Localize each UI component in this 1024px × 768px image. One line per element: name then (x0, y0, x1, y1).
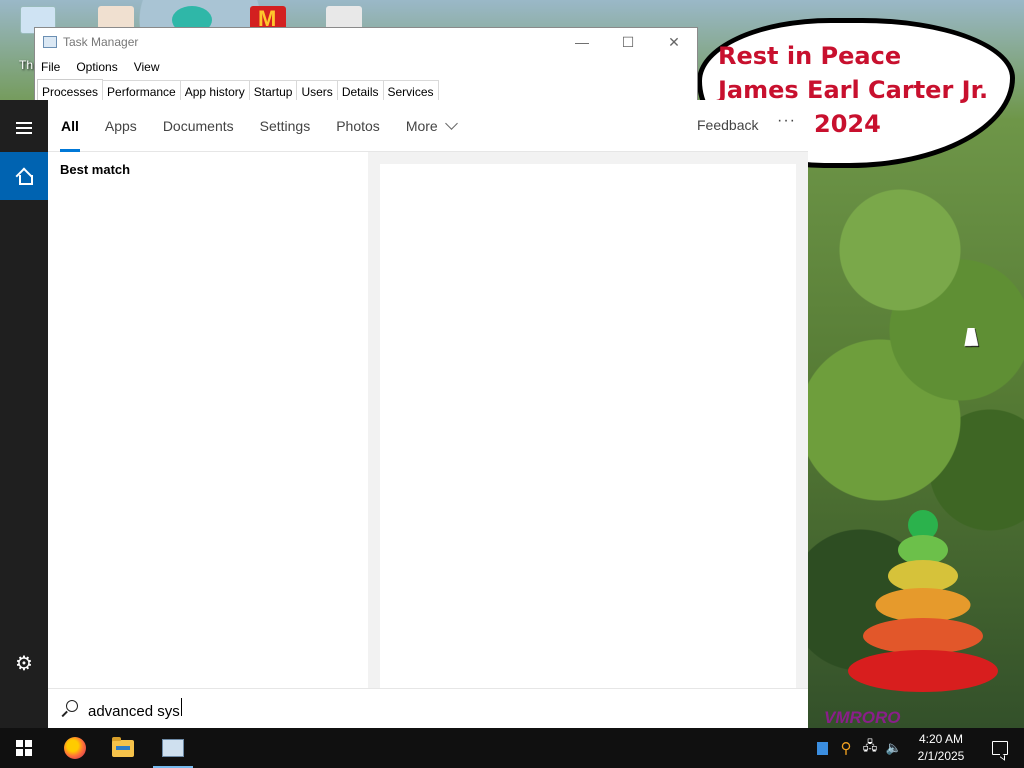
more-options-icon[interactable]: ··· (777, 112, 796, 130)
magnifier-icon: ⚲ (840, 740, 852, 757)
tab-all[interactable]: All (48, 100, 92, 152)
home-icon (16, 168, 33, 185)
tab-more[interactable]: More (393, 100, 469, 152)
search-box[interactable]: advanced sys (48, 688, 808, 728)
volume-button[interactable]: 🔈 (882, 728, 906, 768)
firefox-icon (64, 737, 86, 759)
taskbar-firefox[interactable] (51, 728, 99, 768)
taskbar-file-explorer[interactable] (99, 728, 147, 768)
hamburger-icon (16, 122, 32, 134)
home-button[interactable] (0, 152, 48, 200)
task-manager-icon (43, 36, 57, 48)
settings-gear-icon: ⚙ (15, 653, 33, 675)
search-results-list: Best match (48, 152, 368, 688)
network-icon: 🖧 (862, 738, 878, 753)
mouse-cursor-icon (964, 328, 982, 346)
tab-documents[interactable]: Documents (150, 100, 247, 152)
search-query-text: advanced sys (88, 702, 180, 720)
minimize-button[interactable]: — (559, 28, 605, 56)
start-button[interactable] (0, 728, 48, 768)
clock[interactable]: 4:20 AM 2/1/2025 (906, 731, 976, 765)
feedback-button[interactable]: Feedback (697, 117, 758, 133)
tray-app-icon (816, 741, 828, 755)
tray-app-button[interactable] (810, 728, 834, 768)
task-manager-menubar: File Options View (35, 56, 697, 78)
search-panel: All Apps Documents Settings Photos More … (48, 100, 808, 728)
search-input[interactable]: advanced sys (88, 697, 688, 720)
watermark-logo: VMRORO (824, 708, 901, 727)
tab-more-label: More (405, 117, 438, 134)
start-side-rail: ⚙ (0, 100, 48, 728)
clock-date: 2/1/2025 (917, 749, 965, 763)
close-button[interactable]: ✕ (651, 28, 697, 56)
action-center-button[interactable] (976, 728, 1024, 768)
network-button[interactable]: 🖧 (858, 728, 882, 768)
bubble-line-1: Rest in Peace (718, 42, 902, 70)
system-tray: ⚲ 🖧 🔈 4:20 AM 2/1/2025 (810, 728, 1024, 768)
window-title: Task Manager (63, 35, 139, 49)
tab-apps[interactable]: Apps (92, 100, 150, 152)
tab-photos[interactable]: Photos (323, 100, 393, 152)
volume-muted-icon: 🔈 (885, 740, 903, 755)
windows-logo-icon (16, 740, 32, 756)
taskbar-task-manager[interactable] (149, 728, 197, 768)
text-caret (180, 697, 182, 716)
menu-file[interactable]: File (41, 60, 60, 74)
settings-button[interactable]: ⚙ (0, 640, 48, 688)
task-manager-tabs: Processes Performance App history Startu… (35, 78, 697, 102)
maximize-button[interactable]: ☐ (605, 28, 651, 56)
menu-options[interactable]: Options (76, 60, 117, 74)
expand-menu-button[interactable] (0, 104, 48, 152)
desktop-icon-label: Th (19, 58, 34, 72)
search-icon (60, 699, 78, 718)
task-manager-window[interactable]: Task Manager — ☐ ✕ File Options View Pro… (34, 27, 698, 107)
best-match-heading: Best match (60, 162, 131, 177)
result-preview-pane (380, 164, 796, 688)
taskbar: ⚲ 🖧 🔈 4:20 AM 2/1/2025 (0, 728, 1024, 768)
christmas-tree-decoration (838, 490, 1008, 710)
tab-settings[interactable]: Settings (247, 100, 324, 152)
chevron-down-icon (444, 116, 458, 130)
tray-search-button[interactable]: ⚲ (834, 728, 858, 768)
search-scope-tabs: All Apps Documents Settings Photos More … (48, 100, 808, 152)
clock-time: 4:20 AM (918, 732, 964, 746)
menu-view[interactable]: View (134, 60, 160, 74)
notification-icon (992, 741, 1008, 755)
task-manager-icon (162, 739, 184, 757)
folder-icon (112, 736, 134, 757)
